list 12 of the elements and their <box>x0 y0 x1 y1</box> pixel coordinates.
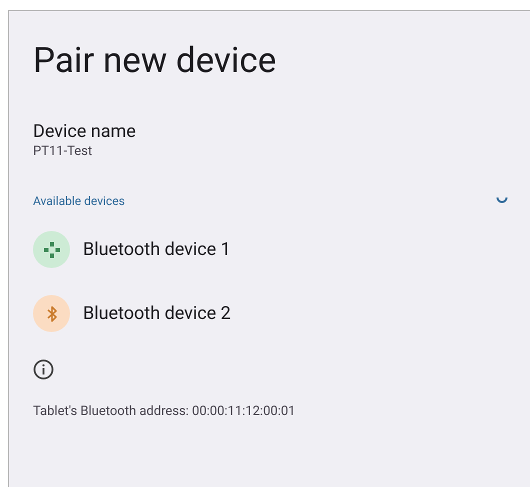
bluetooth-icon <box>46 304 58 322</box>
section-heading: Available devices <box>33 193 125 209</box>
page-title: Pair new device <box>33 39 278 83</box>
device-list-item[interactable]: Bluetooth device 2 <box>33 295 508 332</box>
device-name: Bluetooth device 2 <box>83 302 231 324</box>
info-icon <box>33 359 54 380</box>
gamepad-icon <box>42 240 60 258</box>
bluetooth-address-text: Tablet's Bluetooth address: 00:00:11:12:00:01 <box>33 403 296 421</box>
device-list-item[interactable]: Bluetooth device 1 <box>33 231 508 268</box>
device-name-label: Device name <box>33 121 136 143</box>
device-name: Bluetooth device 1 <box>83 238 231 260</box>
device-name-value: PT11-Test <box>33 143 92 161</box>
